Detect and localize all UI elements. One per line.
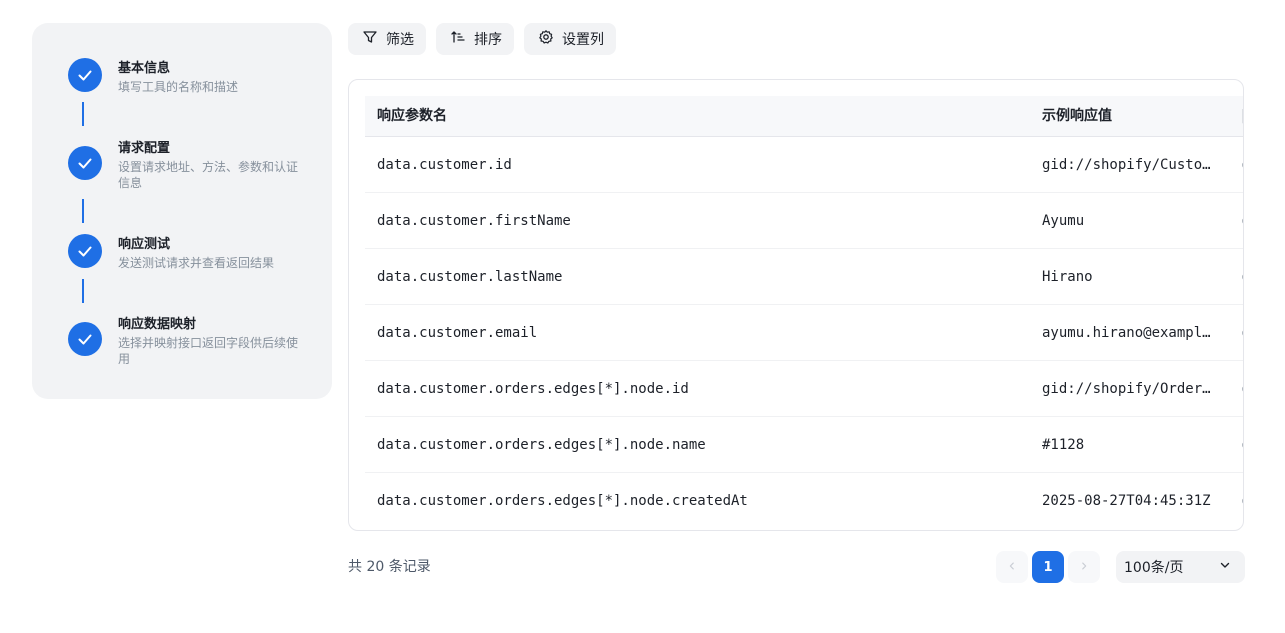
- chevron-left-icon: [1007, 560, 1017, 575]
- page-size-value: 100条/页: [1124, 560, 1184, 576]
- page-size-select[interactable]: 100条/页: [1116, 551, 1245, 583]
- gear-icon: [538, 29, 554, 49]
- column-header-example-value[interactable]: 示例响应值: [1042, 96, 1112, 136]
- step-connector: [82, 199, 84, 223]
- table-row[interactable]: data.customer.id gid://shopify/Customer/…: [365, 137, 1243, 193]
- step-description: 设置请求地址、方法、参数和认证信息: [118, 160, 299, 190]
- truncated-cell: c: [1241, 417, 1243, 473]
- param-name-cell: data.customer.orders.edges[*].node.name: [377, 437, 706, 453]
- check-icon: [68, 58, 102, 92]
- example-value-cell: Ayumu: [1042, 213, 1085, 229]
- filter-button[interactable]: 筛选: [348, 23, 426, 55]
- table-row[interactable]: data.customer.firstName Ayumu c: [365, 193, 1243, 249]
- check-icon: [68, 234, 102, 268]
- param-name-cell: data.customer.lastName: [377, 269, 563, 285]
- table-row[interactable]: data.customer.orders.edges[*].node.creat…: [365, 473, 1243, 529]
- column-settings-label: 设置列: [562, 32, 604, 48]
- steps-panel: 基本信息 填写工具的名称和描述 请求配置 设置请求地址、方法、参数和认证信息 响…: [32, 23, 332, 399]
- step-connector: [82, 279, 84, 303]
- truncated-cell: c: [1241, 473, 1243, 529]
- table-header: 响应参数名 示例响应值 |: [365, 96, 1243, 137]
- param-name-cell: data.customer.email: [377, 325, 538, 341]
- table-row[interactable]: data.customer.email ayumu.hirano@example…: [365, 305, 1243, 361]
- sort-icon: [450, 29, 466, 49]
- table-row[interactable]: data.customer.lastName Hirano c: [365, 249, 1243, 305]
- truncated-cell: c: [1241, 193, 1243, 249]
- filter-label: 筛选: [386, 32, 414, 48]
- column-header-param-name[interactable]: 响应参数名: [377, 96, 447, 136]
- step-title: 基本信息: [118, 61, 171, 76]
- next-page-button[interactable]: [1068, 551, 1100, 583]
- step-title: 响应数据映射: [118, 317, 197, 332]
- step-description: 填写工具的名称和描述: [118, 80, 239, 94]
- step-title: 响应测试: [118, 237, 171, 252]
- filter-icon: [362, 29, 378, 49]
- step-connector: [82, 102, 84, 126]
- truncated-cell: c: [1241, 361, 1243, 417]
- column-settings-button[interactable]: 设置列: [524, 23, 616, 55]
- chevron-right-icon: [1079, 560, 1089, 575]
- example-value-cell: #1128: [1042, 437, 1085, 453]
- param-name-cell: data.customer.id: [377, 157, 512, 173]
- response-table: 响应参数名 示例响应值 | data.customer.id gid://sho…: [348, 79, 1244, 531]
- chevron-down-icon: [1219, 559, 1231, 575]
- param-name-cell: data.customer.firstName: [377, 213, 571, 229]
- prev-page-button[interactable]: [996, 551, 1028, 583]
- example-value-cell: gid://shopify/Customer/...: [1042, 157, 1214, 173]
- table-row[interactable]: data.customer.orders.edges[*].node.name …: [365, 417, 1243, 473]
- example-value-cell: gid://shopify/Order/...: [1042, 381, 1214, 397]
- sort-label: 排序: [474, 32, 502, 48]
- check-icon: [68, 322, 102, 356]
- column-header-more: |: [1241, 96, 1243, 136]
- page-button-current[interactable]: 1: [1032, 551, 1064, 583]
- example-value-cell: Hirano: [1042, 269, 1093, 285]
- param-name-cell: data.customer.orders.edges[*].node.id: [377, 381, 689, 397]
- example-value-cell: ayumu.hirano@example.com: [1042, 325, 1214, 341]
- truncated-cell: c: [1241, 305, 1243, 361]
- table-row[interactable]: data.customer.orders.edges[*].node.id gi…: [365, 361, 1243, 417]
- check-icon: [68, 146, 102, 180]
- truncated-cell: c: [1241, 137, 1243, 193]
- sort-button[interactable]: 排序: [436, 23, 514, 55]
- truncated-cell: c: [1241, 249, 1243, 305]
- example-value-cell: 2025-08-27T04:45:31Z: [1042, 493, 1211, 509]
- param-name-cell: data.customer.orders.edges[*].node.creat…: [377, 493, 748, 509]
- step-title: 请求配置: [118, 141, 171, 156]
- total-records: 共 20 条记录: [348, 559, 431, 575]
- step-description: 发送测试请求并查看返回结果: [118, 256, 275, 270]
- step-description: 选择并映射接口返回字段供后续使用: [118, 336, 299, 366]
